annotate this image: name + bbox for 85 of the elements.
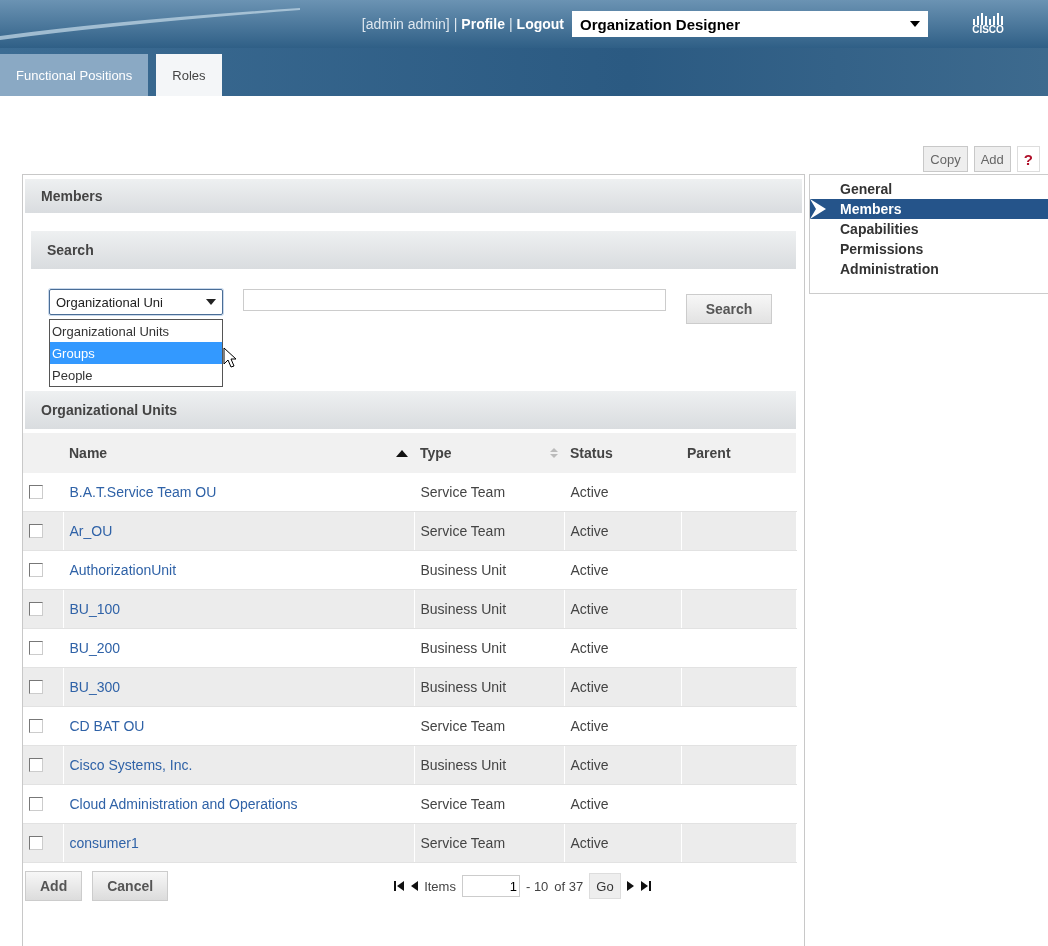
nav-item[interactable]: Members <box>810 199 1048 219</box>
help-button[interactable]: ? <box>1016 146 1040 172</box>
pointer-arrow-icon <box>810 199 826 219</box>
separator: | <box>508 16 513 32</box>
column-header[interactable]: Type <box>414 433 564 473</box>
panel-header: Members <box>25 179 802 213</box>
table-cell: Active <box>564 550 681 590</box>
row-checkbox[interactable] <box>29 641 43 655</box>
table-cell: Active <box>564 511 681 551</box>
row-checkbox[interactable] <box>29 485 43 499</box>
column-header[interactable]: Name <box>63 433 414 473</box>
user-name: [admin admin] <box>361 16 450 32</box>
logo-text: CISCO <box>972 25 1004 35</box>
table-cell: Service Team <box>414 784 564 824</box>
sort-ascending-icon[interactable] <box>396 449 408 457</box>
table-cell: Business Unit <box>414 745 564 785</box>
nav-item[interactable]: Capabilities <box>810 219 1048 239</box>
name-link[interactable]: Cisco Systems, Inc. <box>69 757 193 773</box>
name-link[interactable]: BU_200 <box>69 640 121 656</box>
table-cell: Service Team <box>414 823 564 863</box>
caret-icon <box>206 299 216 305</box>
table-cell: Service Team <box>414 706 564 746</box>
table-cell: Active <box>564 745 681 785</box>
items-label: Items <box>424 878 456 894</box>
table-cell: Active <box>564 823 681 863</box>
row-checkbox[interactable] <box>29 563 43 577</box>
name-link[interactable]: Cloud Administration and Operations <box>69 796 298 812</box>
footer-button[interactable]: Add <box>25 871 83 901</box>
section-header: Organizational Units <box>25 391 796 429</box>
header-link[interactable]: Logout <box>516 16 564 32</box>
total-text: of 37 <box>554 878 584 894</box>
dropdown-option[interactable]: Organizational Units <box>50 320 222 342</box>
logo-bars-icon <box>973 13 1003 25</box>
separator: | <box>453 16 458 32</box>
name-link[interactable]: Ar_OU <box>69 523 113 539</box>
table-cell: Active <box>564 589 681 629</box>
column-header[interactable]: Status <box>564 433 681 473</box>
previous-page-icon[interactable] <box>410 880 419 892</box>
row-checkbox[interactable] <box>29 524 43 538</box>
cursor-icon <box>223 347 237 369</box>
table-cell: Business Unit <box>414 667 564 707</box>
header-link[interactable]: Profile <box>461 16 505 32</box>
next-page-icon[interactable] <box>626 880 635 892</box>
name-link[interactable]: BU_300 <box>69 679 121 695</box>
footer-button[interactable]: Cancel <box>92 871 169 901</box>
name-link[interactable]: consumer1 <box>69 835 139 851</box>
range-text: - 10 <box>525 878 549 894</box>
table-cell: Active <box>564 667 681 707</box>
search-field[interactable] <box>243 289 666 311</box>
table-cell: Active <box>564 473 681 512</box>
name-link[interactable]: CD BAT OU <box>69 718 145 734</box>
table-cell: Business Unit <box>414 550 564 590</box>
last-page-icon[interactable] <box>640 880 651 892</box>
page-field[interactable]: 1 <box>461 875 520 897</box>
table-cell: Business Unit <box>414 589 564 629</box>
name-link[interactable]: AuthorizationUnit <box>69 562 177 578</box>
table-cell: Business Unit <box>414 628 564 668</box>
tab[interactable]: Roles <box>156 54 222 96</box>
table-cell: Active <box>564 706 681 746</box>
name-link[interactable]: BU_100 <box>69 601 121 617</box>
table-cell: Active <box>564 628 681 668</box>
nav-item[interactable]: General <box>810 179 1048 199</box>
name-link[interactable]: B.A.T.Service Team OU <box>69 484 217 500</box>
row-checkbox[interactable] <box>29 719 43 733</box>
row-checkbox[interactable] <box>29 758 43 772</box>
type-select[interactable]: Organizational Uni <box>49 289 223 315</box>
row-checkbox[interactable] <box>29 836 43 850</box>
app-select[interactable]: Organization Designer <box>572 11 928 37</box>
table-cell: Active <box>564 784 681 824</box>
first-page-icon[interactable] <box>394 880 405 892</box>
action-button[interactable]: Copy <box>923 146 968 172</box>
caret-icon <box>910 21 920 27</box>
dropdown-option[interactable]: People <box>50 364 222 386</box>
row-checkbox[interactable] <box>29 602 43 616</box>
table-cell: Service Team <box>414 511 564 551</box>
section-header: Search <box>31 231 796 269</box>
row-checkbox[interactable] <box>29 680 43 694</box>
table-cell: Service Team <box>414 473 564 512</box>
nav-item[interactable]: Administration <box>810 259 1048 279</box>
row-checkbox[interactable] <box>29 797 43 811</box>
go-button[interactable]: Go <box>589 873 621 899</box>
search-button[interactable]: Search <box>686 294 772 324</box>
column-header[interactable]: Parent <box>681 433 796 473</box>
action-button[interactable]: Add <box>973 146 1011 172</box>
nav-item[interactable]: Permissions <box>810 239 1048 259</box>
